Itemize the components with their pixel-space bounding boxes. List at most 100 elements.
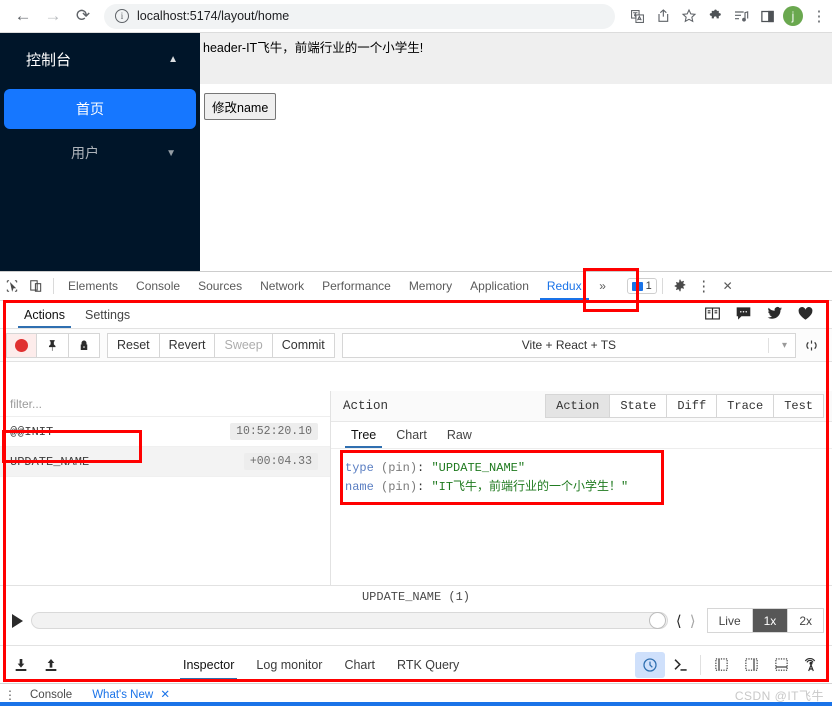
redux-bottom-toolbar: Inspector Log monitor Chart RTK Query [0, 645, 832, 683]
tab-sources[interactable]: Sources [189, 272, 251, 300]
sidebar-title: 控制台 [26, 51, 72, 69]
tree-node[interactable]: name (pin): "IT飞牛，前端行业的一个小学生！" [345, 478, 832, 497]
monitor-tab-inspector[interactable]: Inspector [172, 652, 245, 680]
subtab-chart[interactable]: Chart [386, 422, 437, 448]
segment-test[interactable]: Test [773, 394, 824, 418]
devtools-menu-icon[interactable]: ⋮ [692, 274, 716, 298]
chat-icon[interactable] [735, 306, 752, 324]
bookmark-star-icon[interactable] [676, 3, 702, 29]
sweep-button[interactable]: Sweep [214, 332, 273, 358]
monitor-tab-chart[interactable]: Chart [333, 652, 386, 678]
drawer-menu-icon[interactable]: ⋮ [0, 689, 20, 701]
redux-monitor-tabs: Inspector Log monitor Chart RTK Query [172, 652, 470, 680]
translate-icon[interactable] [624, 3, 650, 29]
speed-2x-button[interactable]: 2x [787, 608, 824, 633]
record-button[interactable] [6, 332, 37, 358]
media-list-icon[interactable] [728, 3, 754, 29]
lock-button[interactable] [68, 332, 100, 358]
inspector-pane: Action Action State Diff Trace Test Tree… [331, 391, 832, 617]
collapse-caret-up-icon[interactable]: ▲ [168, 54, 178, 65]
monitor-tab-rtk-query[interactable]: RTK Query [386, 652, 470, 678]
segment-action[interactable]: Action [545, 394, 611, 418]
tab-redux[interactable]: Redux [538, 272, 591, 300]
dock-right-icon[interactable] [736, 652, 766, 678]
chevron-left-icon[interactable]: ⟨ [676, 612, 682, 630]
subtab-tree[interactable]: Tree [341, 422, 386, 448]
inspector-header: Action Action State Diff Trace Test [331, 391, 832, 422]
subtab-raw[interactable]: Raw [437, 422, 482, 448]
modify-name-button[interactable]: 修改name [204, 93, 277, 120]
filter-input[interactable]: filter... [0, 391, 330, 417]
twitter-icon[interactable] [766, 306, 783, 324]
reload-icon[interactable]: ⟳ [68, 1, 98, 31]
gear-icon[interactable] [668, 274, 692, 298]
sidebar-item-users[interactable]: 用户 ▼ [4, 133, 196, 173]
sidebar-title-row[interactable]: 控制台 ▲ [0, 33, 200, 85]
import-icon[interactable] [6, 652, 36, 678]
message-badge[interactable]: 1 [626, 278, 657, 294]
side-panel-icon[interactable] [754, 3, 780, 29]
monitor-tab-log-monitor[interactable]: Log monitor [245, 652, 333, 678]
pin-button[interactable] [36, 332, 69, 358]
site-info-icon[interactable]: i [115, 9, 129, 23]
tab-console[interactable]: Console [127, 272, 189, 300]
broadcast-icon[interactable] [796, 652, 826, 678]
action-list-item[interactable]: @@INIT 10:52:20.10 [0, 417, 330, 447]
redux-social-links [704, 306, 832, 324]
close-icon[interactable]: ✕ [160, 689, 170, 701]
extensions-puzzle-icon[interactable] [702, 3, 728, 29]
tab-elements[interactable]: Elements [59, 272, 127, 300]
speed-selector: Live 1x 2x [706, 608, 824, 633]
record-dot-icon [15, 338, 28, 352]
time-slider[interactable] [31, 612, 668, 629]
address-bar[interactable]: i localhost:5174/layout/home [104, 3, 615, 29]
tab-settings[interactable]: Settings [75, 301, 140, 328]
page-viewport: 控制台 ▲ 首页 用户 ▼ header-IT飞牛，前端行业的一个小学生! 修改… [0, 33, 832, 271]
commit-button[interactable]: Commit [271, 332, 335, 358]
tab-performance[interactable]: Performance [313, 272, 400, 300]
action-list-item[interactable]: UPDATE_NAME +00:04.33 [0, 447, 330, 477]
play-icon[interactable] [12, 613, 23, 628]
divider [768, 337, 769, 353]
refresh-icon[interactable] [796, 338, 826, 353]
profile-avatar[interactable]: j [783, 6, 803, 26]
browser-menu-icon[interactable]: ⋮ [806, 3, 832, 29]
chevron-double-right-icon[interactable]: » [591, 274, 615, 298]
tab-application[interactable]: Application [461, 272, 538, 300]
export-icon[interactable] [36, 652, 66, 678]
expand-caret-down-icon[interactable]: ▼ [166, 148, 176, 159]
back-icon[interactable]: ← [8, 1, 38, 31]
revert-button[interactable]: Revert [158, 332, 216, 358]
chevron-down-icon[interactable]: ▾ [782, 340, 787, 351]
book-icon[interactable] [704, 306, 721, 324]
redux-body: filter... @@INIT 10:52:20.10 UPDATE_NAME… [0, 391, 832, 617]
tab-memory[interactable]: Memory [400, 272, 461, 300]
segment-diff[interactable]: Diff [666, 394, 718, 418]
tab-network[interactable]: Network [251, 272, 313, 300]
reset-button[interactable]: Reset [107, 332, 160, 358]
chevron-right-icon[interactable]: ⟩ [690, 612, 696, 630]
sidebar-item-home[interactable]: 首页 [4, 89, 196, 129]
speed-live-button[interactable]: Live [706, 608, 753, 633]
redux-bottom-right-icons [635, 651, 826, 678]
divider [53, 278, 54, 294]
divider [661, 278, 663, 294]
segment-trace[interactable]: Trace [716, 394, 775, 418]
heart-icon[interactable] [797, 306, 814, 324]
close-icon[interactable]: ✕ [716, 274, 740, 298]
device-toolbar-icon[interactable] [24, 274, 48, 298]
tab-actions[interactable]: Actions [14, 301, 75, 328]
console-prompt-icon[interactable] [665, 652, 695, 678]
dock-left-icon[interactable] [706, 652, 736, 678]
speed-1x-button[interactable]: 1x [751, 608, 789, 633]
inspect-element-icon[interactable] [0, 274, 24, 298]
share-icon[interactable] [650, 3, 676, 29]
tree-node[interactable]: type (pin): "UPDATE_NAME" [345, 459, 832, 478]
instance-selector[interactable]: Vite + React + TS ▾ [341, 332, 796, 358]
forward-icon[interactable]: → [38, 1, 68, 31]
slider-knob[interactable] [648, 612, 666, 629]
slider-monitor-icon[interactable] [635, 651, 665, 678]
action-timestamp: +00:04.33 [243, 453, 318, 470]
dock-bottom-icon[interactable] [766, 652, 796, 678]
segment-state[interactable]: State [609, 394, 668, 418]
